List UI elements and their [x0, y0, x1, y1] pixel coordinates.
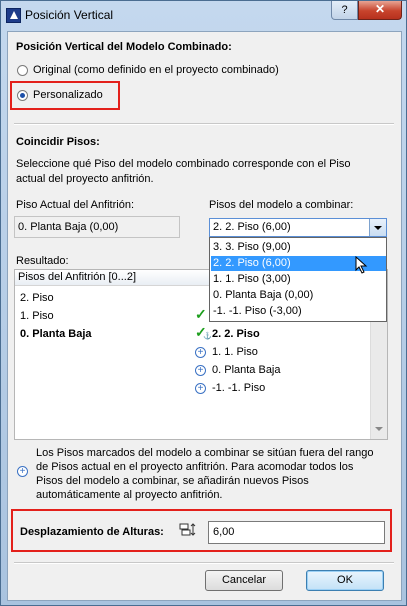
result-label: Resultado:	[16, 255, 69, 267]
merge-floor-dropdown-list[interactable]: 3. 3. Piso (9,00) 2. 2. Piso (6,00) 1. 1…	[209, 237, 387, 322]
host-row-1-piso[interactable]: 1. Piso	[20, 310, 54, 322]
anchor-marker-icon: ⚓	[203, 333, 212, 340]
plus-icon: +	[195, 347, 206, 358]
height-offset-input[interactable]: 6,00	[208, 521, 385, 544]
dialog-window: Posición Vertical ? ✕ Posición Vertical …	[0, 0, 407, 606]
note-line1: Los Pisos marcados del modelo a combinar…	[36, 447, 374, 459]
check-icon: ✓	[195, 306, 207, 322]
archicad-app-icon	[6, 8, 21, 23]
radio-custom-label[interactable]: Personalizado	[33, 89, 103, 101]
match-floors-description-line2: actual del proyecto anfitrión.	[16, 173, 154, 185]
window-title: Posición Vertical	[25, 8, 114, 22]
host-row-planta-baja[interactable]: 0. Planta Baja	[20, 328, 92, 340]
radio-original[interactable]	[17, 65, 28, 76]
height-offset-label: Desplazamiento de Alturas:	[20, 526, 164, 538]
title-bar[interactable]: Posición Vertical ? ✕	[1, 1, 406, 31]
cancel-button[interactable]: Cancelar	[205, 570, 283, 591]
dropdown-arrow-icon[interactable]	[369, 219, 386, 236]
note-line3: Pisos del modelo a combinar, se añadirán…	[36, 475, 309, 487]
host-floors-column-header[interactable]: Pisos del Anfitrión [0...2]	[15, 270, 191, 286]
host-floor-label: Piso Actual del Anfitrión:	[16, 199, 135, 211]
dropdown-option[interactable]: 3. 3. Piso (9,00)	[211, 240, 386, 255]
match-floors-heading: Coincidir Pisos:	[16, 136, 100, 148]
mouse-cursor-icon	[355, 256, 368, 274]
note-line2: de Pisos actual en el proyecto anfitrión…	[36, 461, 354, 473]
plus-icon: +	[195, 383, 206, 394]
scroll-down-icon[interactable]	[375, 427, 383, 431]
ok-button[interactable]: OK	[306, 570, 384, 591]
merged-row-planta-baja[interactable]: 0. Planta Baja	[212, 364, 281, 376]
info-plus-icon: +	[17, 466, 28, 477]
dialog-content: Posición Vertical del Modelo Combinado: …	[7, 31, 402, 601]
host-floor-field: 0. Planta Baja (0,00)	[14, 216, 180, 238]
merge-floors-label: Pisos del modelo a combinar:	[209, 199, 354, 211]
merged-row-2-piso[interactable]: 2. 2. Piso	[212, 328, 260, 340]
merged-row-1-piso[interactable]: 1. 1. Piso	[212, 346, 258, 358]
separator-top	[14, 123, 394, 125]
separator-bottom	[14, 562, 394, 564]
vertical-position-heading: Posición Vertical del Modelo Combinado:	[16, 41, 232, 53]
plus-icon: +	[195, 365, 206, 376]
merge-floor-select[interactable]: 2. 2. Piso (6,00)	[209, 218, 387, 237]
close-button[interactable]: ✕	[358, 1, 402, 20]
match-floors-description-line1: Seleccione qué Piso del modelo combinado…	[16, 158, 351, 170]
radio-original-label[interactable]: Original (como definido en el proyecto c…	[33, 64, 279, 76]
note-line4: automáticamente al proyecto anfitrión.	[36, 489, 223, 501]
host-row-2-piso[interactable]: 2. Piso	[20, 292, 54, 304]
merged-row-minus-1-piso[interactable]: -1. -1. Piso	[212, 382, 265, 394]
merge-floor-select-value: 2. 2. Piso (6,00)	[213, 221, 291, 233]
dropdown-option[interactable]: -1. -1. Piso (-3,00)	[211, 304, 386, 319]
dropdown-option[interactable]: 0. Planta Baja (0,00)	[211, 288, 386, 303]
help-button[interactable]: ?	[331, 1, 358, 20]
height-offset-icon	[179, 523, 196, 536]
dropdown-option[interactable]: 1. 1. Piso (3,00)	[211, 272, 386, 287]
radio-custom[interactable]	[17, 90, 28, 101]
